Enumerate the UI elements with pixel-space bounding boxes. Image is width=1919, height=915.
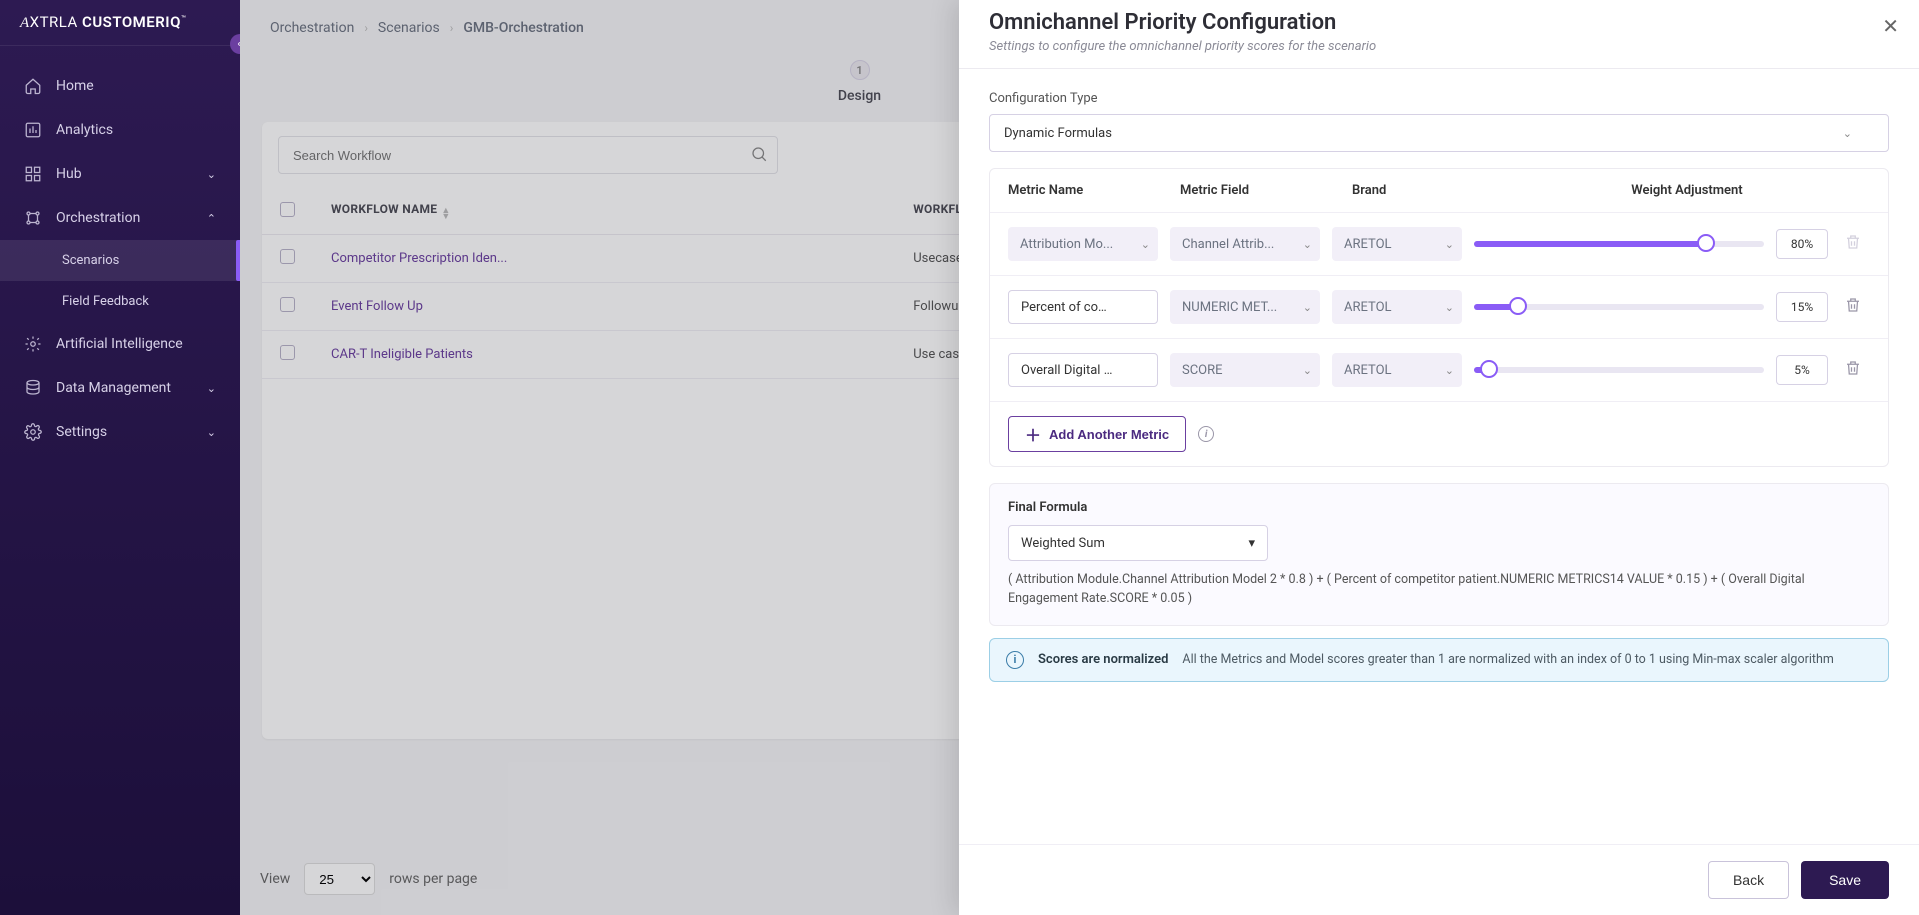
mh-brand: Brand: [1352, 183, 1492, 198]
home-icon: [24, 77, 42, 95]
chevron-down-icon: ⌄: [1303, 364, 1312, 377]
nav-label: Settings: [56, 424, 107, 440]
nav-scenarios[interactable]: Scenarios: [0, 240, 240, 281]
orchestration-icon: [24, 209, 42, 227]
final-formula-text: ( Attribution Module.Channel Attribution…: [1008, 571, 1870, 609]
nav-label: Data Management: [56, 380, 171, 396]
nav-field-feedback[interactable]: Field Feedback: [0, 281, 240, 322]
chevron-up-icon: ⌃: [207, 212, 216, 225]
metric-brand-select[interactable]: ARETOL⌄: [1332, 353, 1462, 387]
logo-text-1: XTRLA: [30, 13, 78, 31]
analytics-icon: [24, 121, 42, 139]
select-value: Dynamic Formulas: [1004, 126, 1112, 141]
sidebar: AXTRLA CUSTOMERIQ™ « Home Analytics Hub …: [0, 0, 240, 915]
chevron-down-icon: ⌄: [1445, 364, 1454, 377]
metric-row: Attribution Mo...⌄ Channel Attrib...⌄ ARET…: [990, 213, 1888, 276]
back-button[interactable]: Back: [1708, 861, 1789, 899]
select-value: Weighted Sum: [1021, 536, 1105, 551]
metric-field-select[interactable]: SCORE⌄: [1170, 353, 1320, 387]
logo: AXTRLA CUSTOMERIQ™ «: [0, 0, 240, 46]
chevron-down-icon: ⌄: [207, 382, 216, 395]
metric-name-select[interactable]: Attribution Mo...⌄: [1008, 227, 1158, 261]
delete-icon: [1844, 233, 1870, 255]
panel-subtitle: Settings to configure the omnichannel pr…: [989, 39, 1889, 54]
metric-row: Percent of competitor p NUMERIC MET...⌄ AR…: [990, 276, 1888, 339]
logo-glyph: A: [20, 15, 30, 31]
nav-label: Home: [56, 78, 94, 94]
nav-label: Scenarios: [62, 253, 119, 268]
weight-slider[interactable]: [1474, 304, 1764, 310]
formula-card: Final Formula Weighted Sum ▾ ( Attributi…: [989, 483, 1889, 626]
nav-label: Orchestration: [56, 210, 140, 226]
chevron-down-icon: ⌄: [1141, 238, 1150, 251]
panel-title: Omnichannel Priority Configuration: [989, 10, 1889, 35]
nav-home[interactable]: Home: [0, 64, 240, 108]
metric-brand-select[interactable]: ARETOL⌄: [1332, 227, 1462, 261]
add-metric-button[interactable]: ＋ Add Another Metric: [1008, 416, 1186, 452]
weight-slider[interactable]: [1474, 367, 1764, 373]
nav-orchestration[interactable]: Orchestration ⌃: [0, 196, 240, 240]
chevron-down-icon: ⌄: [207, 426, 216, 439]
chevron-down-icon: ⌄: [1445, 301, 1454, 314]
metric-brand-select[interactable]: ARETOL⌄: [1332, 290, 1462, 324]
ai-icon: [24, 335, 42, 353]
nav-label: Analytics: [56, 122, 113, 138]
config-panel: Omnichannel Priority Configuration Setti…: [959, 0, 1919, 915]
nav: Home Analytics Hub ⌄ Orchestration ⌃ Sce…: [0, 46, 240, 454]
config-type-select[interactable]: Dynamic Formulas ⌄: [989, 114, 1889, 152]
add-metric-label: Add Another Metric: [1049, 427, 1169, 442]
mh-field: Metric Field: [1180, 183, 1340, 198]
metric-field-select[interactable]: NUMERIC MET...⌄: [1170, 290, 1320, 324]
info-icon: i: [1006, 651, 1024, 669]
nav-label: Hub: [56, 166, 82, 182]
weight-slider[interactable]: [1474, 241, 1764, 247]
chevron-down-icon: ⌄: [1843, 127, 1852, 140]
nav-analytics[interactable]: Analytics: [0, 108, 240, 152]
info-icon[interactable]: i: [1198, 426, 1214, 442]
metric-field-select[interactable]: Channel Attrib...⌄: [1170, 227, 1320, 261]
logo-text-2: CUSTOMER: [78, 13, 166, 31]
database-icon: [24, 379, 42, 397]
nav-settings[interactable]: Settings ⌄: [0, 410, 240, 454]
mh-name: Metric Name: [1008, 183, 1168, 198]
logo-tm: ™: [181, 14, 187, 23]
nav-hub[interactable]: Hub ⌄: [0, 152, 240, 196]
hub-icon: [24, 165, 42, 183]
close-icon[interactable]: ✕: [1882, 14, 1899, 38]
caret-down-icon: ▾: [1248, 536, 1255, 551]
chevron-down-icon: ⌄: [207, 168, 216, 181]
weight-value[interactable]: 80%: [1776, 229, 1828, 259]
delete-icon[interactable]: [1844, 296, 1870, 318]
delete-icon[interactable]: [1844, 359, 1870, 381]
nav-ai[interactable]: Artificial Intelligence: [0, 322, 240, 366]
mh-weight: Weight Adjustment: [1504, 183, 1870, 198]
weight-value[interactable]: 15%: [1776, 292, 1828, 322]
nav-label: Field Feedback: [62, 294, 149, 309]
nav-data-management[interactable]: Data Management ⌄: [0, 366, 240, 410]
final-formula-select[interactable]: Weighted Sum ▾: [1008, 525, 1268, 561]
nav-label: Artificial Intelligence: [56, 336, 183, 352]
banner-message: All the Metrics and Model scores greater…: [1182, 652, 1833, 667]
chevron-down-icon: ⌄: [1303, 301, 1312, 314]
metric-row: Overall Digital Engagem SCORE⌄ ARETOL⌄ 5%: [990, 339, 1888, 402]
final-formula-label: Final Formula: [1008, 500, 1870, 515]
save-button[interactable]: Save: [1801, 861, 1889, 899]
chevron-down-icon: ⌄: [1303, 238, 1312, 251]
metrics-card: Metric Name Metric Field Brand Weight Ad…: [989, 168, 1889, 467]
info-banner: i Scores are normalized All the Metrics …: [989, 638, 1889, 682]
metric-name-select[interactable]: Percent of competitor p: [1008, 290, 1158, 324]
config-type-label: Configuration Type: [989, 91, 1889, 106]
gear-icon: [24, 423, 42, 441]
weight-value[interactable]: 5%: [1776, 355, 1828, 385]
logo-text-3: IQ: [165, 13, 181, 31]
metric-name-select[interactable]: Overall Digital Engagem: [1008, 353, 1158, 387]
plus-icon: ＋: [1025, 422, 1041, 446]
chevron-down-icon: ⌄: [1445, 238, 1454, 251]
banner-title: Scores are normalized: [1038, 652, 1168, 667]
